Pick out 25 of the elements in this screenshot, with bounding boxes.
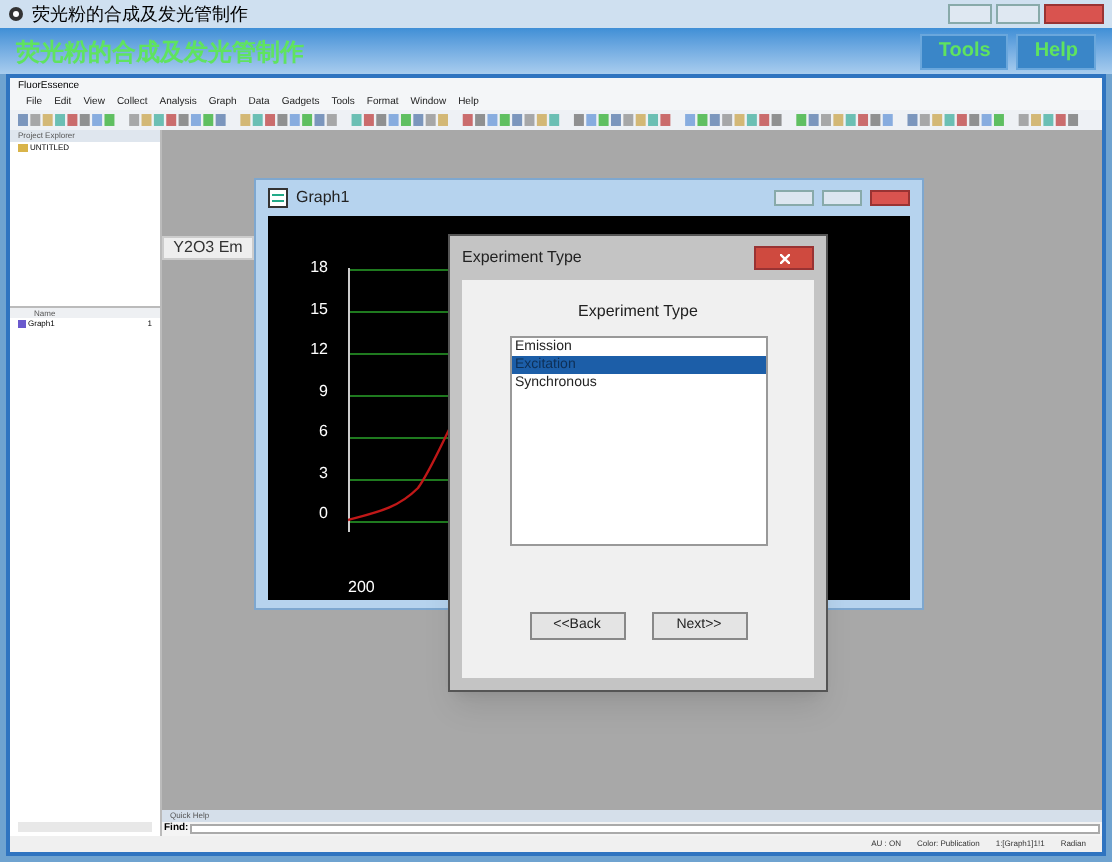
window-title: 荧光粉的合成及发光管制作 (32, 5, 248, 23)
app-icon (8, 6, 24, 22)
minimize-button[interactable] (948, 4, 992, 24)
find-field[interactable] (190, 824, 1100, 834)
axis-tick-label: 15 (308, 297, 328, 321)
y2o3-em-button[interactable]: Y2O3 Em (162, 236, 254, 260)
graph-icon (18, 320, 26, 328)
axis-tick-label: 6 (317, 420, 328, 444)
dialog-heading: Experiment Type (578, 304, 698, 320)
window-title: Graph1 (296, 186, 350, 210)
axis-tick-label: 18 (308, 256, 328, 280)
dialog-title: Experiment Type (462, 246, 582, 270)
graph-icon (268, 188, 288, 208)
axis-tick-label: 3 (317, 461, 328, 485)
maximize-button[interactable] (822, 190, 862, 206)
minimize-button[interactable] (774, 190, 814, 206)
axis-tick-label: 9 (317, 379, 328, 403)
axis-tick-label: 0 (317, 502, 328, 526)
folder-icon (18, 144, 28, 152)
close-icon (779, 253, 789, 263)
axis-tick-label: 200 (348, 578, 375, 596)
close-button[interactable] (754, 246, 814, 270)
banner-title: 荧光粉的合成及发光管制作 (16, 35, 304, 69)
axis-tick-label: 12 (308, 338, 328, 362)
maximize-button[interactable] (996, 4, 1040, 24)
